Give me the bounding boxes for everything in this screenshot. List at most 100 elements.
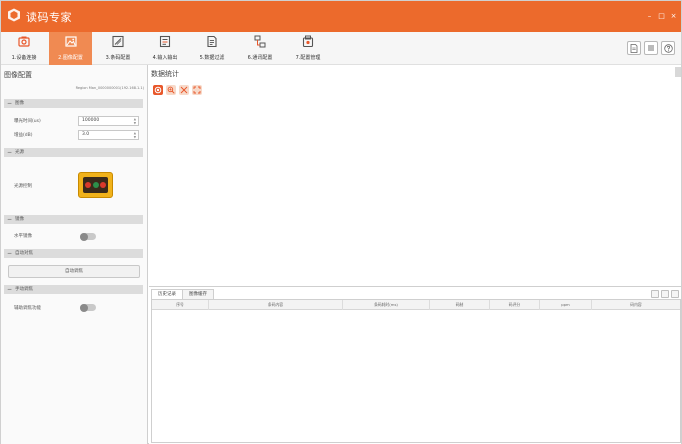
horizontal-mirror-toggle[interactable] xyxy=(80,232,96,241)
light-panel xyxy=(83,177,108,193)
tab-image-cache[interactable]: 图像缓存 xyxy=(182,289,214,299)
toolbar-right xyxy=(627,41,675,55)
lock-icon[interactable] xyxy=(661,290,669,298)
assist-focus-toggle[interactable] xyxy=(80,303,96,312)
section-label: 手动调焦 xyxy=(15,287,33,292)
collapse-icon: − xyxy=(7,100,13,107)
tool-image-config[interactable]: 2.图像配置 xyxy=(49,32,92,65)
maximize-button[interactable]: □ xyxy=(658,12,665,20)
title-bar: 读码专家 – □ × xyxy=(1,1,681,32)
spin-arrows-icon[interactable]: ▲ ▼ xyxy=(134,117,136,125)
app-title: 读码专家 xyxy=(26,11,72,24)
tool-device-connect[interactable]: 1.设备连接 xyxy=(7,32,41,65)
io-icon xyxy=(159,35,171,48)
collapse-icon: − xyxy=(7,216,13,223)
export-icon[interactable] xyxy=(671,290,679,298)
table-header: 序号 条码内容 条码耗时(ms) 码制 码评分 ppm 码内容 xyxy=(152,300,680,310)
column-header[interactable]: 条码内容 xyxy=(209,300,343,310)
column-header[interactable]: 码制 xyxy=(430,300,490,310)
collapse-icon: − xyxy=(7,149,13,156)
tool-config-manage[interactable]: 7.配置管理 xyxy=(290,32,326,65)
filter-icon xyxy=(207,35,217,48)
tool-label: 4.输入输出 xyxy=(152,55,178,61)
zoom-in-icon xyxy=(167,86,175,94)
spin-arrows-icon[interactable]: ▲ ▼ xyxy=(134,131,136,139)
light-dot[interactable] xyxy=(100,182,106,188)
image-icon xyxy=(64,36,77,47)
minimize-button[interactable]: – xyxy=(646,12,653,20)
zoom-out-button[interactable] xyxy=(179,85,189,95)
section-image[interactable]: − 图像 xyxy=(4,99,143,108)
column-header[interactable]: 序号 xyxy=(152,300,209,310)
toggle-knob xyxy=(80,303,88,312)
device-info: Region Man_0000000001(192.168.1.1) xyxy=(75,86,144,90)
horizontal-mirror-label: 水平镜像 xyxy=(14,234,32,239)
main-toolbar: 1.设备连接 2.图像配置 3.条码配置 4.输入输出 5.数据过滤 6.通讯配… xyxy=(1,32,681,65)
tool-label: 1.设备连接 xyxy=(11,55,37,61)
light-dot[interactable] xyxy=(85,182,91,188)
list-button[interactable] xyxy=(644,41,658,55)
auto-focus-button[interactable]: 自动调焦 xyxy=(8,265,140,278)
fit-button[interactable] xyxy=(192,85,202,95)
tab-history[interactable]: 历史记录 xyxy=(151,289,183,299)
history-tabs: 历史记录 图像缓存 xyxy=(151,289,214,299)
exposure-label: 曝光时间(us) xyxy=(14,119,41,124)
section-label: 光源 xyxy=(15,150,24,155)
barcode-icon xyxy=(112,35,124,48)
tool-label: 7.配置管理 xyxy=(295,55,321,61)
panel-splitter[interactable] xyxy=(149,286,681,287)
section-mirror[interactable]: − 镜像 xyxy=(4,215,143,224)
window-controls: – □ × xyxy=(646,12,677,20)
settings-manage-icon xyxy=(302,35,314,48)
tool-data-filter[interactable]: 5.数据过滤 xyxy=(194,32,230,65)
image-config-panel: 图像配置 Region Man_0000000001(192.168.1.1) … xyxy=(1,65,148,444)
collapse-icon: − xyxy=(7,250,13,257)
panel-title: 图像配置 xyxy=(4,71,32,79)
light-control-widget[interactable] xyxy=(78,172,113,198)
record-icon xyxy=(154,86,162,94)
record-button[interactable] xyxy=(153,85,163,95)
data-stats-panel: 数据统计 历史记录 图像缓存 序号 条码内容 条码耗时(ms) 码制 码评分 p… xyxy=(149,65,681,444)
light-control-label: 光源控制 xyxy=(14,184,32,189)
document-button[interactable] xyxy=(627,41,641,55)
exposure-value: 100000 xyxy=(82,118,100,123)
section-label: 自动对焦 xyxy=(15,251,33,256)
zoom-in-button[interactable] xyxy=(166,85,176,95)
toggle-knob xyxy=(80,232,88,241)
panel-collapse-handle[interactable] xyxy=(675,67,681,77)
network-icon xyxy=(254,35,266,48)
tool-comm-config[interactable]: 6.通讯配置 xyxy=(241,32,279,65)
chart-toolbar xyxy=(153,85,202,95)
tool-label: 2.图像配置 xyxy=(58,55,83,61)
column-header[interactable]: 码评分 xyxy=(490,300,540,310)
gain-input[interactable]: 3.0 ▲ ▼ xyxy=(78,130,139,140)
section-label: 镜像 xyxy=(15,217,24,222)
section-label: 图像 xyxy=(15,101,24,106)
tool-barcode-config[interactable]: 3.条码配置 xyxy=(100,32,136,65)
section-autofocus[interactable]: − 自动对焦 xyxy=(4,249,143,258)
tool-label: 5.数据过滤 xyxy=(199,55,225,61)
clear-icon[interactable] xyxy=(651,290,659,298)
list-icon xyxy=(648,45,654,51)
gain-label: 增益(dB) xyxy=(14,133,33,138)
camera-icon xyxy=(18,36,30,47)
stats-title: 数据统计 xyxy=(151,70,179,78)
tool-input-output[interactable]: 4.输入输出 xyxy=(147,32,183,65)
gain-value: 3.0 xyxy=(82,132,90,137)
collapse-icon: − xyxy=(7,286,13,293)
close-button[interactable]: × xyxy=(670,12,677,20)
history-table: 序号 条码内容 条码耗时(ms) 码制 码评分 ppm 码内容 xyxy=(151,299,681,443)
app-window: 读码专家 – □ × 1.设备连接 2.图像配置 3.条码配置 4.输入输出 5… xyxy=(0,0,682,444)
exposure-input[interactable]: 100000 ▲ ▼ xyxy=(78,116,139,126)
column-header[interactable]: ppm xyxy=(540,300,592,310)
fit-icon xyxy=(193,86,201,94)
column-header[interactable]: 码内容 xyxy=(592,300,680,310)
tool-label: 6.通讯配置 xyxy=(247,55,273,61)
help-icon xyxy=(663,43,673,53)
help-button[interactable] xyxy=(661,41,675,55)
section-light[interactable]: − 光源 xyxy=(4,148,143,157)
light-dot[interactable] xyxy=(92,182,99,188)
section-manual-focus[interactable]: − 手动调焦 xyxy=(4,285,143,294)
column-header[interactable]: 条码耗时(ms) xyxy=(343,300,430,310)
assist-focus-label: 辅助调焦功能 xyxy=(14,306,41,311)
